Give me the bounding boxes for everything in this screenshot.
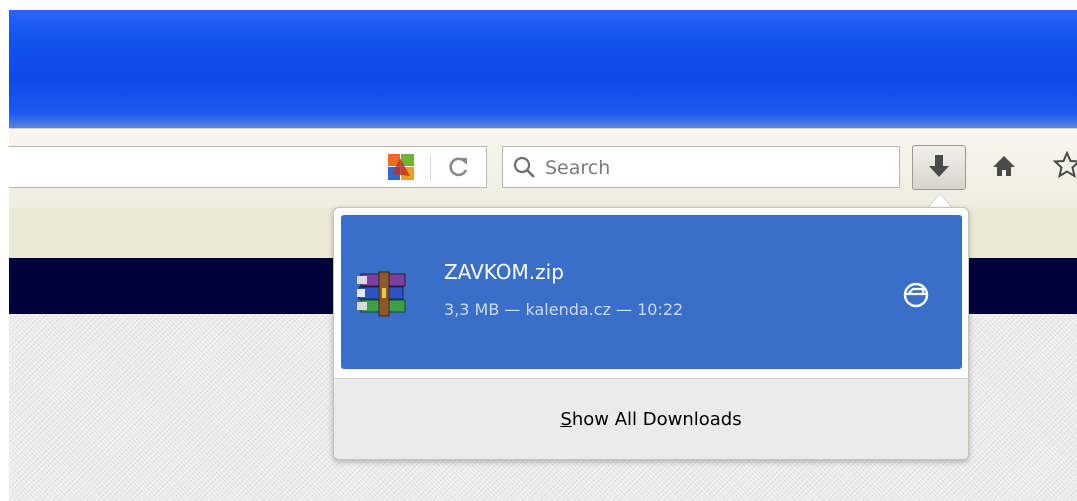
bookmark-star-icon[interactable] (1052, 150, 1077, 180)
url-bar-separator (430, 156, 431, 180)
home-icon[interactable] (991, 153, 1017, 179)
download-file-meta: 3,3 MB — kalenda.cz — 10:22 (444, 300, 684, 319)
window-left-edge (0, 0, 9, 501)
search-icon (512, 155, 538, 181)
search-placeholder: Search (545, 157, 611, 179)
window-title-bar (9, 10, 1077, 128)
show-all-accesskey: S (560, 409, 572, 430)
show-all-downloads-label[interactable]: Show All Downloads (334, 408, 968, 432)
download-list-item[interactable] (341, 215, 962, 369)
winrar-archive-icon (355, 270, 413, 320)
download-arrow-icon (926, 153, 952, 181)
avg-addon-icon[interactable] (386, 152, 416, 182)
show-all-label-text: how All Downloads (571, 409, 742, 430)
open-folder-icon[interactable] (901, 280, 931, 310)
panel-pointer-arrow (928, 194, 952, 208)
download-file-name: ZAVKOM.zip (444, 260, 564, 284)
reload-icon[interactable] (444, 152, 474, 182)
